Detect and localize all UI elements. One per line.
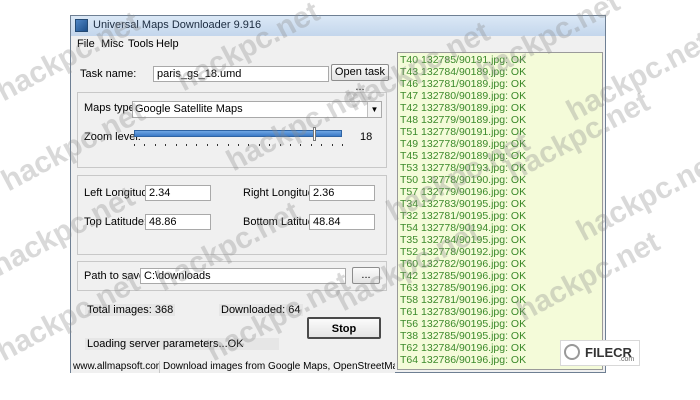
zoom-tick — [228, 144, 229, 146]
log-line: T42 132785/90196.jpg: OK — [400, 270, 527, 282]
zoom-tick — [342, 144, 343, 146]
right-longitude-field[interactable]: 2.36 — [309, 185, 375, 201]
maps-panel: Maps type: Google Satellite Maps ▼ Zoom … — [77, 92, 387, 168]
log-line: T54 132778/90194.jpg: OK — [400, 222, 527, 234]
filecr-logo-sub: .com — [619, 356, 635, 363]
chevron-down-icon[interactable]: ▼ — [367, 102, 381, 117]
zoom-tick — [332, 144, 333, 146]
app-icon — [75, 19, 88, 32]
zoom-tick — [207, 144, 208, 146]
zoom-slider-track[interactable] — [134, 130, 342, 137]
top-latitude-field[interactable]: 48.86 — [145, 214, 211, 230]
zoom-level-label: Zoom level: — [84, 131, 141, 143]
zoom-tick — [217, 144, 218, 146]
status-description: Download images from Google Maps, OpenSt… — [163, 361, 395, 372]
log-line: T47 132780/90189.jpg: OK — [400, 90, 527, 102]
status-message: Loading server parameters...OK — [85, 338, 279, 350]
menu-help[interactable]: Help — [156, 38, 179, 50]
status-bar: www.allmapsoft.com Download images from … — [71, 361, 395, 373]
log-line: T43 132784/90189.jpg: OK — [400, 66, 527, 78]
maps-type-value: Google Satellite Maps — [135, 103, 243, 115]
downloaded-label: Downloaded: 64 — [219, 304, 303, 316]
menu-file[interactable]: File — [77, 38, 95, 50]
zoom-tick — [134, 144, 135, 146]
title-bar[interactable]: Universal Maps Downloader 9.916 — [71, 16, 605, 36]
log-line: T40 132785/90191.jpg: OK — [400, 54, 527, 66]
zoom-tick — [196, 144, 197, 146]
zoom-tick — [259, 144, 260, 146]
filecr-logo: FILECR .com — [560, 340, 640, 366]
open-task-button[interactable]: Open task ... — [331, 64, 389, 93]
zoom-tick — [321, 144, 322, 146]
top-latitude-label: Top Latitude: — [84, 216, 147, 228]
main-window: Universal Maps Downloader 9.916 File Mis… — [70, 15, 606, 373]
log-line: T49 132778/90189.jpg: OK — [400, 138, 527, 150]
log-line: T57 132779/90196.jpg: OK — [400, 186, 527, 198]
log-line: T34 132783/90195.jpg: OK — [400, 198, 527, 210]
log-line: T38 132785/90195.jpg: OK — [400, 330, 527, 342]
path-to-save-field[interactable]: C:\downloads — [140, 268, 346, 284]
log-line: T46 132781/90189.jpg: OK — [400, 78, 527, 90]
zoom-tick — [269, 144, 270, 146]
zoom-tick — [176, 144, 177, 146]
task-name-field[interactable]: paris_gs_18.umd — [153, 66, 329, 82]
zoom-slider[interactable] — [134, 127, 343, 150]
log-line: T32 132781/90195.jpg: OK — [400, 210, 527, 222]
bottom-latitude-field[interactable]: 48.84 — [309, 214, 375, 230]
log-line: T35 132784/90195.jpg: OK — [400, 234, 527, 246]
total-images-label: Total images: 368 — [85, 304, 176, 316]
log-line: T52 132778/90192.jpg: OK — [400, 246, 527, 258]
menu-tools[interactable]: Tools — [128, 38, 154, 50]
log-line: T45 132782/90189.jpg: OK — [400, 150, 527, 162]
zoom-level-value: 18 — [360, 131, 373, 143]
coordinates-panel: Left Longitude: 2.34 Right Longitude: 2.… — [77, 175, 387, 255]
filecr-logo-icon — [564, 344, 580, 360]
zoom-tick — [238, 144, 239, 146]
menu-misc[interactable]: Misc — [101, 38, 124, 50]
window-title: Universal Maps Downloader 9.916 — [93, 19, 262, 31]
log-line: T60 132782/90196.jpg: OK — [400, 258, 527, 270]
zoom-tick — [144, 144, 145, 146]
log-line: T51 132778/90191.jpg: OK — [400, 126, 527, 138]
zoom-tick — [280, 144, 281, 146]
path-panel: Path to save: C:\downloads ... — [77, 261, 387, 291]
zoom-tick — [155, 144, 156, 146]
zoom-slider-thumb[interactable] — [313, 127, 316, 141]
menu-bar: File Misc Tools Help — [71, 36, 605, 52]
maps-type-select[interactable]: Google Satellite Maps ▼ — [132, 101, 382, 118]
log-line: T48 132779/90189.jpg: OK — [400, 114, 527, 126]
website-link[interactable]: www.allmapsoft.com — [73, 361, 160, 373]
log-line: T63 132785/90196.jpg: OK — [400, 282, 527, 294]
path-to-save-label: Path to save: — [84, 270, 149, 282]
task-name-label: Task name: — [80, 68, 137, 80]
browse-button[interactable]: ... — [352, 267, 380, 284]
left-longitude-field[interactable]: 2.34 — [145, 185, 211, 201]
stop-button[interactable]: Stop — [307, 317, 381, 339]
zoom-tick — [248, 144, 249, 146]
zoom-tick — [186, 144, 187, 146]
download-log[interactable]: T40 132785/90191.jpg: OK T43 132784/90189… — [397, 52, 603, 370]
log-line: T64 132786/90196.jpg: OK — [400, 354, 527, 366]
log-line: T61 132783/90196.jpg: OK — [400, 306, 527, 318]
log-line: T42 132783/90189.jpg: OK — [400, 102, 527, 114]
log-line: T58 132781/90196.jpg: OK — [400, 294, 527, 306]
log-line: T50 132778/90190.jpg: OK — [400, 174, 527, 186]
log-line: T56 132786/90195.jpg: OK — [400, 318, 527, 330]
maps-type-label: Maps type: — [84, 102, 138, 114]
log-line: T53 132778/90193.jpg: OK — [400, 162, 527, 174]
zoom-tick — [311, 144, 312, 146]
log-line: T62 132784/90196.jpg: OK — [400, 342, 527, 354]
zoom-tick — [300, 144, 301, 146]
zoom-tick — [165, 144, 166, 146]
zoom-tick — [290, 144, 291, 146]
